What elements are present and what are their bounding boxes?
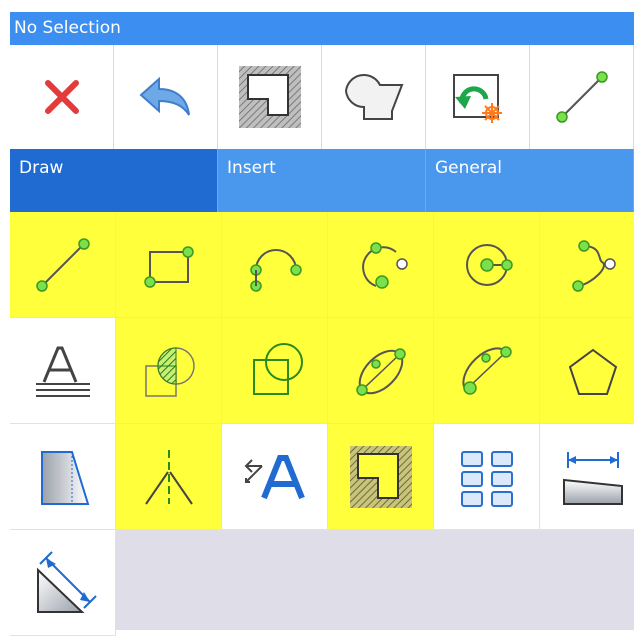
rectangle-tool-icon xyxy=(143,245,194,288)
three-point-arc-icon xyxy=(361,241,408,289)
region-icon xyxy=(252,342,303,395)
text-style-icon xyxy=(244,454,305,499)
union-shape-icon xyxy=(344,74,403,120)
close-icon xyxy=(44,80,79,114)
hatch-circle-icon xyxy=(144,346,195,397)
reload-button[interactable] xyxy=(426,45,530,149)
undo-button[interactable] xyxy=(114,45,218,149)
line-icon xyxy=(555,71,608,123)
ellipse-tool-icon xyxy=(355,347,406,396)
aligned-dimension-icon xyxy=(36,550,97,613)
toolbar xyxy=(10,45,634,149)
tab-general[interactable]: General xyxy=(426,149,634,212)
reload-icon xyxy=(452,74,502,123)
hatch-fill-button[interactable] xyxy=(328,424,434,530)
polygon-tool-icon xyxy=(568,348,617,395)
hatched-shape-button[interactable] xyxy=(218,45,322,149)
centerline-button[interactable] xyxy=(116,424,222,530)
rectangle-tool-button[interactable] xyxy=(116,212,222,318)
array-grid-button[interactable] xyxy=(434,424,540,530)
arc-tool-icon xyxy=(249,248,302,292)
tool-grid xyxy=(10,212,634,636)
elliptical-arc-icon xyxy=(461,345,512,395)
array-grid-icon xyxy=(460,450,513,507)
text-tool-icon xyxy=(35,346,90,397)
hatch-fill-icon xyxy=(349,445,412,508)
line-tool-icon xyxy=(35,237,90,292)
hatch-circle-button[interactable] xyxy=(116,318,222,424)
selection-status: No Selection xyxy=(10,12,634,45)
undo-icon xyxy=(138,76,190,116)
curve-tool-icon xyxy=(571,239,616,292)
tab-insert[interactable]: Insert xyxy=(218,149,426,212)
linear-dimension-icon xyxy=(562,451,623,505)
line-tool-button[interactable] xyxy=(10,212,116,318)
elliptical-arc-button[interactable] xyxy=(434,318,540,424)
aligned-dimension-button[interactable] xyxy=(10,530,116,636)
polygon-tool-button[interactable] xyxy=(540,318,634,424)
tab-draw[interactable]: Draw xyxy=(10,149,218,212)
wedge-button[interactable] xyxy=(10,424,116,530)
ellipse-tool-button[interactable] xyxy=(328,318,434,424)
tab-bar: Draw Insert General xyxy=(10,149,634,212)
three-point-arc-button[interactable] xyxy=(328,212,434,318)
circle-tool-button[interactable] xyxy=(434,212,540,318)
linear-dimension-button[interactable] xyxy=(540,424,634,530)
curve-tool-button[interactable] xyxy=(540,212,634,318)
union-shape-button[interactable] xyxy=(322,45,426,149)
text-tool-button[interactable] xyxy=(10,318,116,424)
region-button[interactable] xyxy=(222,318,328,424)
line-button[interactable] xyxy=(530,45,634,149)
circle-tool-icon xyxy=(465,243,513,286)
centerline-icon xyxy=(144,449,193,505)
text-style-button[interactable] xyxy=(222,424,328,530)
wedge-icon xyxy=(40,450,89,505)
hatched-shape-icon xyxy=(238,66,301,128)
close-button[interactable] xyxy=(10,45,114,149)
arc-tool-button[interactable] xyxy=(222,212,328,318)
tool-panel: No Selection Draw Insert General xyxy=(10,12,634,636)
